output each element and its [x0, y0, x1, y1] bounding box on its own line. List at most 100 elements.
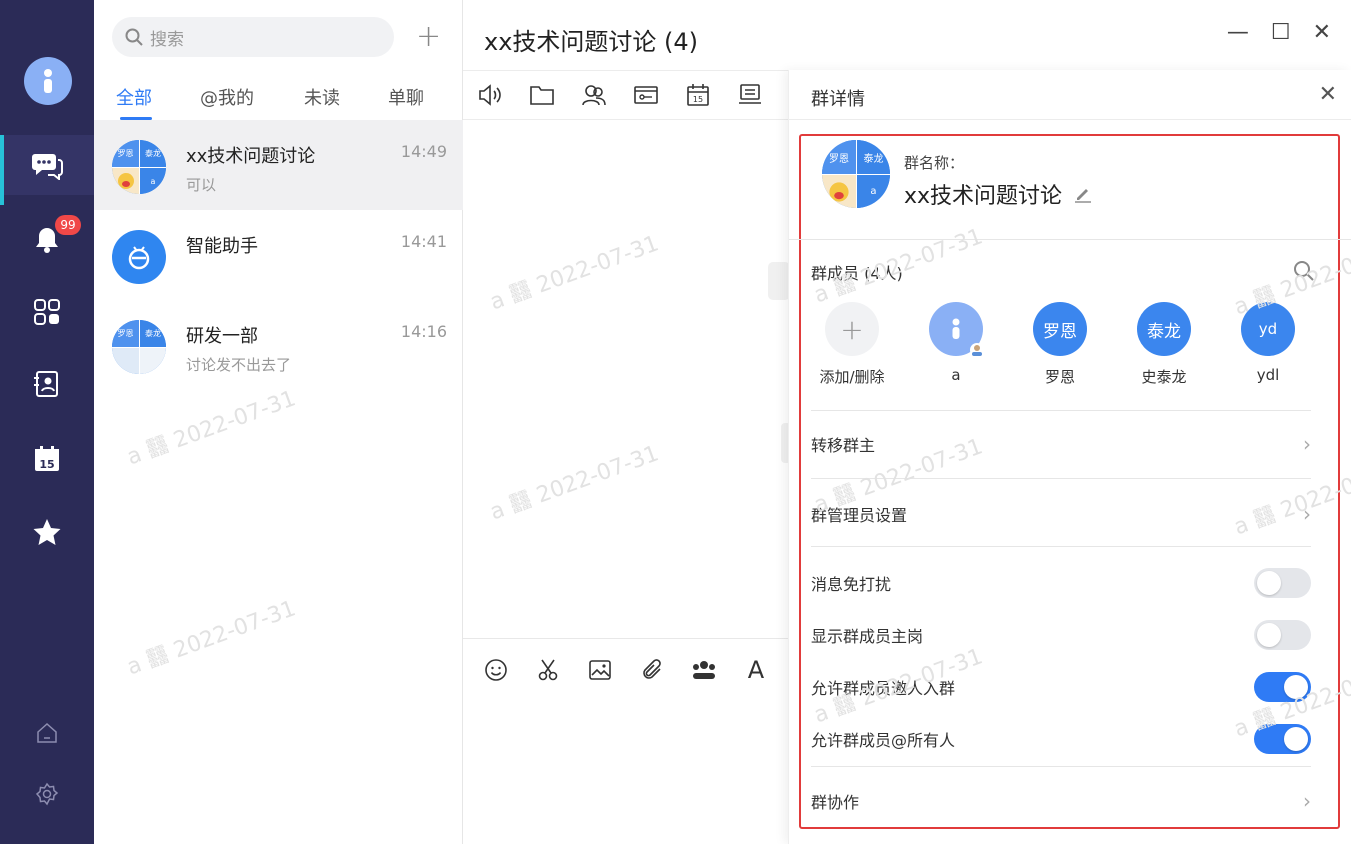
contacts-icon [34, 371, 58, 397]
conversation-item[interactable]: 罗恩 泰龙 研发一部 14:16 讨论发不出去了 [94, 300, 463, 390]
toggle-label: 允许群成员邀人入群 [811, 679, 956, 698]
conversation-name: xx技术问题讨论 [186, 146, 316, 167]
member-item[interactable]: 罗恩 罗恩 [1015, 302, 1105, 387]
member-item[interactable]: a [911, 302, 1001, 384]
conversation-time: 14:41 [400, 232, 447, 251]
tab-mentions[interactable]: @我的 [200, 84, 254, 110]
member-avatar: yd [1241, 302, 1295, 356]
message-composer[interactable]: A [463, 638, 788, 844]
close-panel-button[interactable]: ✕ [1319, 82, 1337, 107]
user-avatar[interactable] [24, 57, 72, 105]
avatar-member-label: 罗恩 [112, 140, 139, 167]
show-post-toggle-row: 显示群成员主岗 [811, 620, 1311, 650]
robot-icon [128, 246, 150, 270]
group-name: xx技术问题讨论 [904, 178, 1092, 210]
member-name: 罗恩 [1044, 368, 1075, 386]
member-add-remove[interactable]: + 添加/删除 [807, 302, 897, 387]
group-name-text: xx技术问题讨论 [904, 184, 1063, 209]
group-members-icon[interactable] [581, 82, 607, 108]
conversation-list-panel: 搜索 + 全部 @我的 未读 单聊 罗恩 泰龙 a xx技术问题讨论 14:49… [94, 0, 463, 844]
toggle-label: 显示群成员主岗 [811, 627, 924, 646]
nav-chat[interactable] [0, 135, 94, 205]
tab-unread[interactable]: 未读 [304, 84, 340, 110]
nav-home[interactable] [0, 703, 94, 763]
mention-members-icon[interactable] [691, 657, 717, 683]
nav-notifications[interactable] [0, 210, 94, 270]
transfer-owner-row[interactable]: 转移群主 › [811, 429, 1311, 459]
toggle-label: 消息免打扰 [811, 575, 892, 594]
calendar-icon[interactable]: 15 [685, 82, 711, 108]
mute-toggle-row: 消息免打扰 [811, 568, 1311, 598]
emoji-icon[interactable] [483, 657, 509, 683]
calendar-icon: 15 [35, 446, 59, 471]
divider [811, 766, 1311, 767]
avatar-member-label: a [139, 167, 166, 194]
add-member-icon: + [825, 302, 879, 356]
member-avatar: 泰龙 [1137, 302, 1191, 356]
nav-apps[interactable] [0, 282, 94, 342]
conversation-preview: 讨论发不出去了 [186, 356, 292, 374]
show-post-toggle[interactable] [1254, 620, 1311, 650]
folder-icon[interactable] [529, 82, 555, 108]
tab-all[interactable]: 全部 [116, 84, 152, 120]
conversation-item[interactable]: 罗恩 泰龙 a xx技术问题讨论 14:49 可以 [94, 120, 463, 210]
conversation-item[interactable]: 智能助手 14:41 [94, 210, 463, 300]
person-icon [952, 318, 960, 339]
group-detail-panel: 群详情 ✕ 罗恩 泰龙 a 群名称： xx技术问题讨论 群成员 (4人) + 添… [788, 70, 1351, 844]
nav-calendar[interactable]: 15 [0, 429, 94, 489]
divider [789, 239, 1351, 240]
speaker-icon[interactable] [477, 82, 503, 108]
member-name: 添加/删除 [819, 368, 885, 386]
member-name: a [951, 366, 961, 384]
add-button[interactable]: + [416, 22, 441, 52]
chevron-right-icon: › [1303, 432, 1311, 456]
person-icon [44, 69, 52, 93]
group-avatar[interactable]: 罗恩 泰龙 a [822, 140, 890, 208]
mute-toggle[interactable] [1254, 568, 1311, 598]
screen-share-icon[interactable] [633, 82, 659, 108]
divider [811, 410, 1311, 411]
chevron-right-icon: › [1303, 502, 1311, 526]
member-avatar [929, 302, 984, 357]
nav-favorites[interactable] [0, 502, 94, 562]
member-search-icon[interactable] [1293, 260, 1315, 286]
chat-toolbar: 15 [463, 70, 788, 120]
conversation-name: 研发一部 [186, 326, 258, 347]
search-input[interactable]: 搜索 [112, 17, 394, 57]
font-format-icon[interactable]: A [743, 656, 769, 684]
image-icon[interactable] [587, 657, 613, 683]
minimize-button[interactable]: — [1227, 20, 1249, 45]
apps-icon [34, 299, 60, 325]
avatar-empty [139, 347, 166, 374]
admin-settings-row[interactable]: 群管理员设置 › [811, 499, 1311, 529]
edit-pencil-icon[interactable] [1074, 185, 1092, 203]
maximize-button[interactable]: ☐ [1271, 20, 1291, 45]
row-label: 群协作 [811, 793, 860, 812]
scissors-icon[interactable] [535, 657, 561, 683]
members-label: 群成员 (4人) [811, 264, 903, 283]
svg-text:15: 15 [693, 95, 703, 104]
group-avatar: 罗恩 泰龙 [112, 320, 166, 374]
nav-settings[interactable] [0, 764, 94, 824]
member-item[interactable]: 泰龙 史泰龙 [1119, 302, 1209, 387]
member-name: ydl [1256, 366, 1280, 384]
row-label: 转移群主 [811, 436, 876, 455]
attachment-icon[interactable] [639, 657, 665, 683]
group-collaboration-row[interactable]: 群协作 › [811, 786, 1311, 816]
conversation-name: 智能助手 [186, 236, 258, 257]
scroll-hint [768, 262, 790, 300]
nav-contacts[interactable] [0, 354, 94, 414]
close-window-button[interactable]: ✕ [1313, 20, 1331, 45]
member-item[interactable]: yd ydl [1223, 302, 1313, 384]
toggle-label: 允许群成员@所有人 [811, 731, 956, 750]
tab-direct[interactable]: 单聊 [388, 84, 424, 110]
avatar-member-label: a [856, 174, 890, 208]
member-avatar: 罗恩 [1033, 302, 1087, 356]
emoji-face-icon [112, 167, 139, 194]
window-controls: — ☐ ✕ [1227, 20, 1331, 45]
chat-icon [32, 154, 63, 180]
allow-invite-toggle[interactable] [1254, 672, 1311, 702]
allow-mention-all-toggle[interactable] [1254, 724, 1311, 754]
notes-icon[interactable] [737, 82, 763, 108]
conversation-time: 14:16 [400, 322, 447, 341]
